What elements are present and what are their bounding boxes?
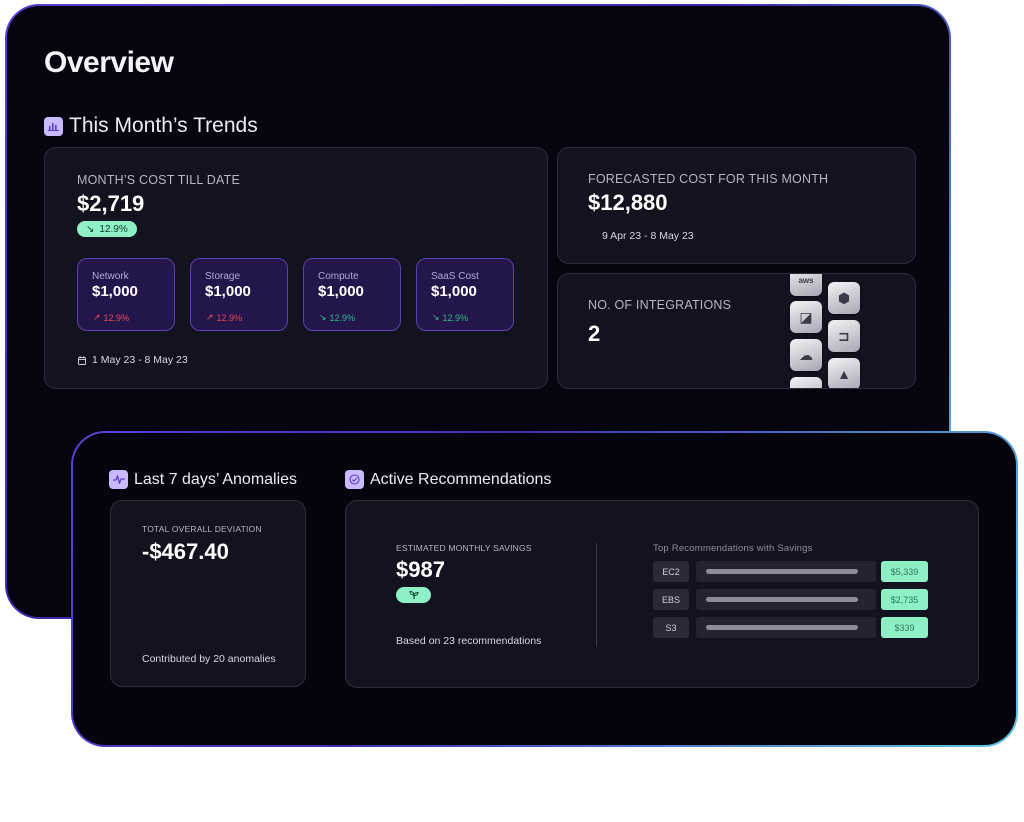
service-tag: S3 [653,617,689,638]
month-cost-delta-badge: ↘ 12.9% [77,221,137,237]
sprout-icon [409,591,418,599]
breakdown-delta: ↘ 12.9% [432,312,468,323]
integrations-label: NO. OF INTEGRATIONS [588,298,732,312]
trend-up-icon: ↗ [206,312,214,322]
breakdown-value: $1,000 [92,283,138,300]
hexagon-icon: ⬢ [828,282,860,314]
month-cost-card[interactable]: MONTH’S COST TILL DATE $2,719 ↘ 12.9% Ne… [44,147,548,389]
page-title: Overview [44,46,174,79]
breakdown-delta-value: 12.9% [442,312,469,323]
breakdown-delta-value: 12.9% [216,312,243,323]
deviation-value: -$467.40 [142,539,229,564]
savings-footer: Based on 23 recommendations [396,635,542,647]
integrations-card[interactable]: NO. OF INTEGRATIONS 2 aws ⬢ ◪ ⊐ ☁ ▲ [557,273,916,389]
recommendation-row-s3[interactable]: S3 $339 [653,617,928,638]
breakdown-value: $1,000 [318,283,364,300]
pulse-icon [109,470,128,489]
anomalies-section-header: Last 7 days’ Anomalies [109,470,297,489]
breakdown-label: Compute [318,271,359,282]
cube-icon: ◪ [790,301,822,333]
service-tag: EC2 [653,561,689,582]
savings-amount: $339 [881,617,928,638]
forecast-date-range: 9 Apr 23 - 8 May 23 [602,230,694,242]
recommendations-section-title: Active Recommendations [370,470,552,488]
breakdown-delta: ↗ 12.9% [93,312,129,323]
breakdown-card-storage[interactable]: Storage $1,000 ↗ 12.9% [190,258,288,331]
savings-bar [696,617,876,638]
trends-section-title: This Month’s Trends [69,114,258,137]
trend-down-icon: ↘ [319,312,327,322]
anomalies-section-title: Last 7 days’ Anomalies [134,470,298,488]
recommendation-row-ec2[interactable]: EC2 $5,339 [653,561,928,582]
aws-icon: aws [790,274,822,296]
breakdown-delta-value: 12.9% [329,312,356,323]
breakdown-delta: ↘ 12.9% [319,312,355,323]
triangle-icon: ▲ [828,358,860,388]
anomalies-footer: Contributed by 20 anomalies [142,653,276,665]
savings-badge [396,587,431,603]
divider [596,543,597,647]
recommendations-card[interactable]: ESTIMATED MONTHLY SAVINGS $987 Based on … [345,500,979,688]
integration-tile-icon [790,377,822,388]
savings-bar-fill [706,597,858,602]
trends-section-header: This Month’s Trends [44,114,258,138]
recommendations-section-header: Active Recommendations [345,470,551,489]
savings-bar-fill [706,569,858,574]
insights-panel: Last 7 days’ Anomalies Active Recommenda… [71,431,1018,747]
anomalies-card[interactable]: TOTAL OVERALL DEVIATION -$467.40 Contrib… [110,500,306,687]
breakdown-card-network[interactable]: Network $1,000 ↗ 12.9% [77,258,175,331]
savings-amount: $5,339 [881,561,928,582]
breakdown-delta-value: 12.9% [103,312,130,323]
month-cost-value: $2,719 [77,191,145,216]
savings-amount: $2,735 [881,589,928,610]
trend-down-icon: ↘ [432,312,440,322]
breakdown-label: Network [92,271,129,282]
breakdown-card-saas[interactable]: SaaS Cost $1,000 ↘ 12.9% [416,258,514,331]
recommendation-row-ebs[interactable]: EBS $2,735 [653,589,928,610]
trend-up-icon: ↗ [93,312,101,322]
chip-icon: ⊐ [828,320,860,352]
month-cost-delta: 12.9% [99,223,128,235]
breakdown-card-compute[interactable]: Compute $1,000 ↘ 12.9% [303,258,401,331]
forecast-card[interactable]: FORECASTED COST FOR THIS MONTH $12,880 9… [557,147,916,264]
breakdown-value: $1,000 [431,283,477,300]
trend-down-icon: ↘ [86,223,95,235]
forecast-value: $12,880 [588,190,668,215]
breakdown-label: SaaS Cost [431,271,479,282]
savings-bar [696,561,876,582]
calendar-icon [78,355,86,365]
breakdown-value: $1,000 [205,283,251,300]
cloud-icon: ☁ [790,339,822,371]
forecast-label: FORECASTED COST FOR THIS MONTH [588,172,829,186]
savings-bar [696,589,876,610]
integrations-value: 2 [588,321,601,346]
service-tag: EBS [653,589,689,610]
breakdown-label: Storage [205,271,241,282]
month-cost-label: MONTH’S COST TILL DATE [77,173,240,187]
deviation-label: TOTAL OVERALL DEVIATION [142,524,262,534]
savings-value: $987 [396,557,445,582]
breakdown-delta: ↗ 12.9% [206,312,242,323]
badge-check-icon [345,470,364,489]
month-cost-date-range: 1 May 23 - 8 May 23 [78,354,188,366]
savings-bar-fill [706,625,858,630]
date-range-text: 1 May 23 - 8 May 23 [92,354,188,366]
savings-label: ESTIMATED MONTHLY SAVINGS [396,543,532,553]
top-recommendations-label: Top Recommendations with Savings [653,543,813,554]
bar-chart-icon [44,116,63,136]
